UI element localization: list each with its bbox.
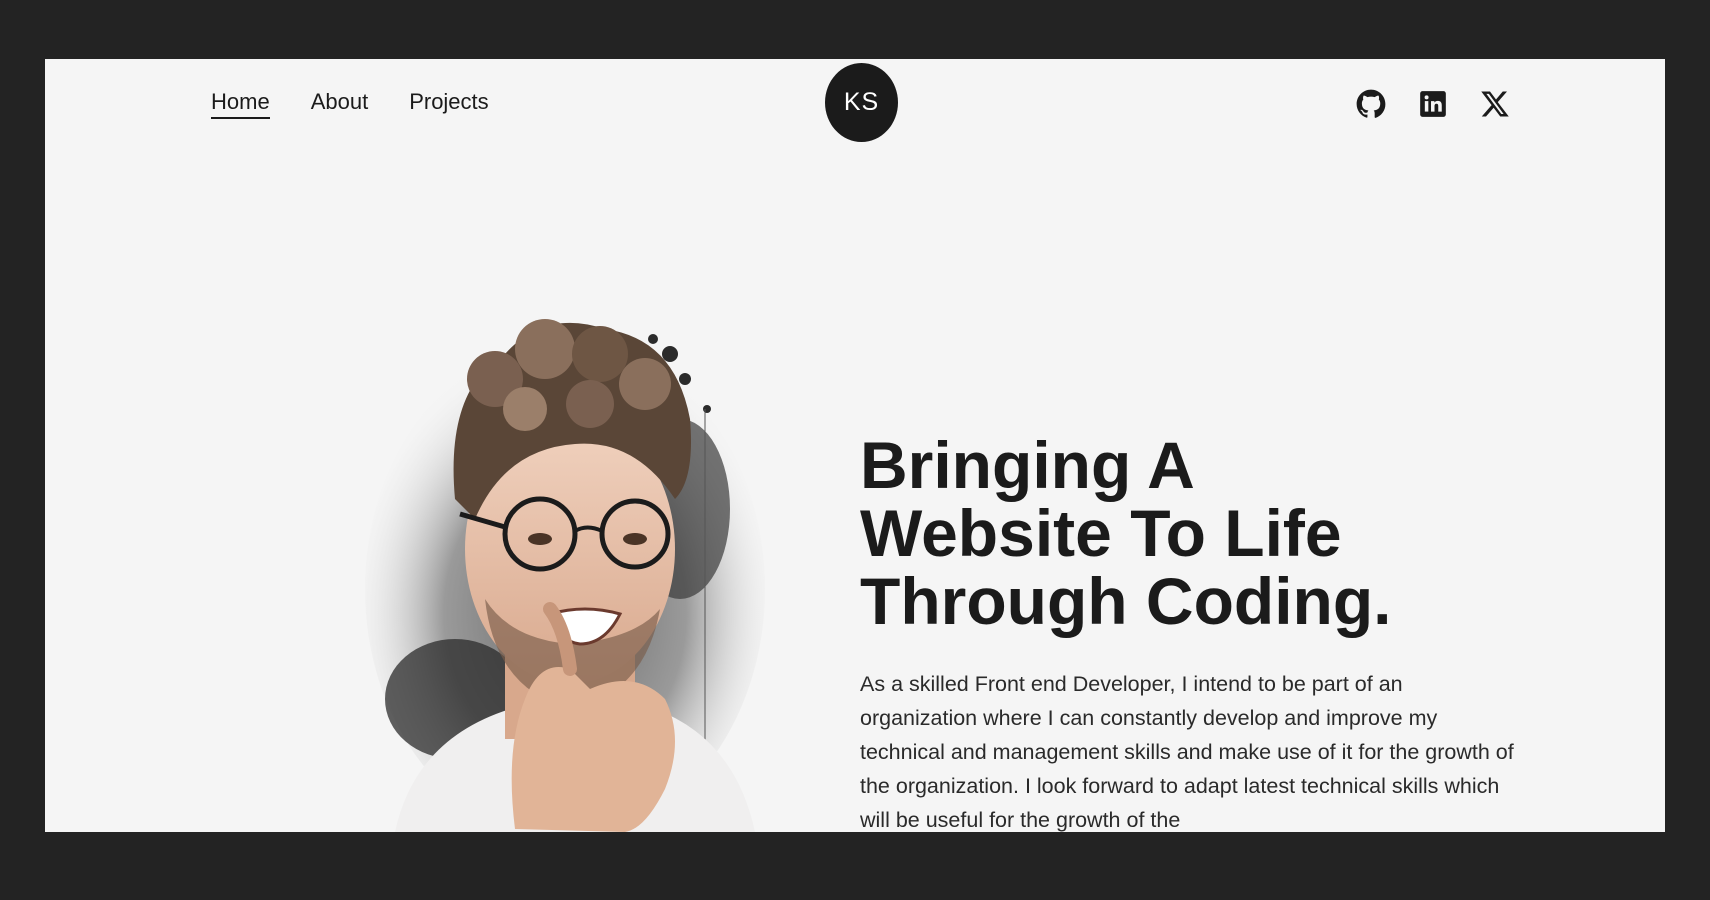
browser-viewport: Home About Projects KS Bringing A Websit… [45,59,1665,832]
x-icon [1481,91,1509,117]
github-icon [1356,89,1386,118]
logo-text: KS [843,88,880,116]
nav-link-home[interactable]: Home [211,89,270,119]
social-links [1355,87,1511,121]
github-link[interactable] [1355,87,1387,121]
nav-link-projects[interactable]: Projects [409,89,488,119]
nav-link-about[interactable]: About [311,89,369,119]
portrait-illustration [365,319,765,832]
developer-portrait [335,269,785,832]
x-link[interactable] [1479,87,1511,121]
nav-links: Home About Projects [211,89,489,119]
headline-line-1: Bringing A [860,428,1195,502]
linkedin-icon [1420,91,1446,117]
logo-badge[interactable]: KS [825,63,898,142]
headline-line-2: Website To Life [860,496,1342,570]
hero-headline: Bringing A Website To Life Through Codin… [860,431,1580,635]
hero-bio: As a skilled Front end Developer, I inte… [860,672,1514,832]
headline-line-3: Through Coding. [860,564,1392,638]
linkedin-link[interactable] [1417,87,1449,121]
top-navigation: Home About Projects KS [45,59,1665,149]
